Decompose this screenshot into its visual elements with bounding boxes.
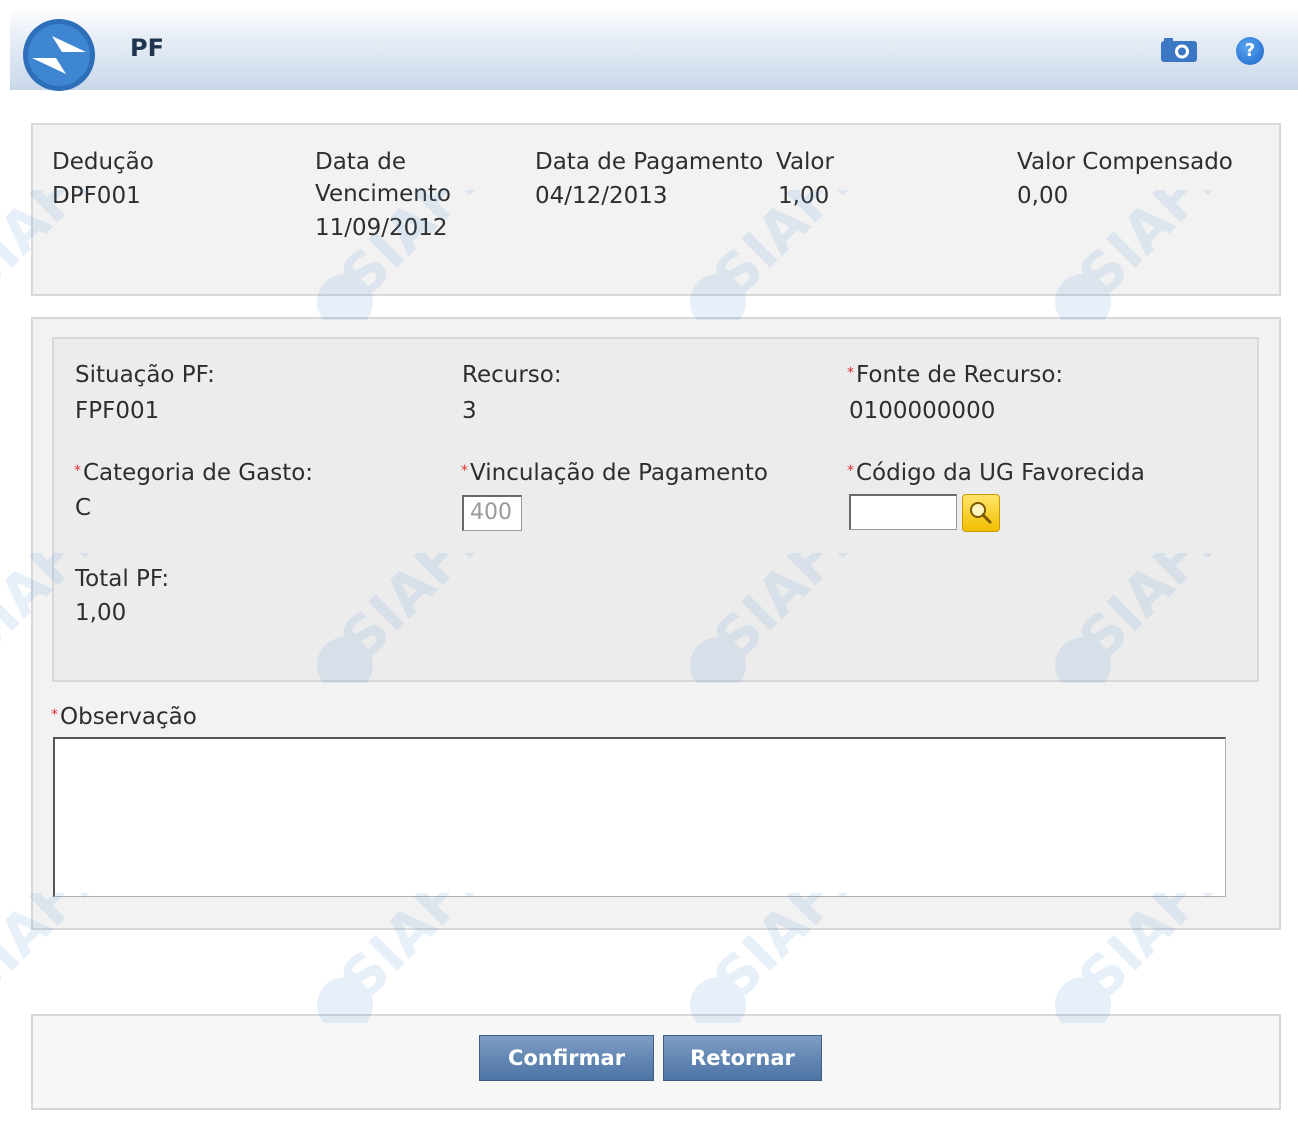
ug-code-input[interactable]	[849, 494, 957, 530]
deducao-label: Dedução	[52, 149, 154, 175]
required-marker: *	[51, 707, 58, 723]
vinculacao-label: *Vinculação de Pagamento	[461, 460, 768, 486]
vencimento-label-line2: Vencimento	[315, 181, 451, 207]
vencimento-value: 11/09/2012	[315, 215, 448, 241]
total-label: Total PF:	[75, 566, 170, 592]
valor-value: 1,00	[778, 183, 830, 209]
observacao-textarea[interactable]	[53, 737, 1226, 897]
siafi-logo-icon	[23, 19, 95, 91]
vencimento-label-line1: Data de	[315, 149, 406, 175]
ug-search-button[interactable]	[962, 494, 1000, 532]
vinculacao-input[interactable]: 400	[462, 495, 522, 531]
pagamento-label: Data de Pagamento	[535, 149, 764, 175]
magnifier-icon	[970, 502, 992, 524]
fonte-value: 0100000000	[849, 398, 996, 424]
situacao-label: Situação PF:	[75, 362, 215, 388]
situacao-value: FPF001	[75, 398, 160, 424]
fonte-label-text: Fonte de Recurso:	[856, 362, 1064, 388]
pagamento-value: 04/12/2013	[535, 183, 668, 209]
observacao-label-text: Observação	[60, 704, 197, 730]
fonte-label: *Fonte de Recurso:	[847, 362, 1063, 388]
ug-label: *Código da UG Favorecida	[847, 460, 1145, 486]
deducao-value: DPF001	[52, 183, 141, 209]
total-value: 1,00	[75, 600, 127, 626]
categoria-label: *Categoria de Gasto:	[74, 460, 313, 486]
categoria-value: C	[75, 495, 92, 521]
recurso-value: 3	[462, 398, 477, 424]
categoria-label-text: Categoria de Gasto:	[83, 460, 314, 486]
observacao-label: *Observação	[51, 704, 197, 730]
recurso-label: Recurso:	[462, 362, 562, 388]
required-marker: *	[74, 463, 81, 479]
header-bar	[10, 8, 1298, 90]
page-title: PF	[130, 34, 164, 62]
retornar-button[interactable]: Retornar	[663, 1035, 822, 1081]
valor-label: Valor	[776, 149, 834, 175]
ug-label-text: Código da UG Favorecida	[856, 460, 1145, 486]
vinculacao-label-text: Vinculação de Pagamento	[470, 460, 768, 486]
valor-compensado-label: Valor Compensado	[1017, 149, 1233, 175]
valor-compensado-value: 0,00	[1017, 183, 1069, 209]
required-marker: *	[847, 365, 854, 381]
confirmar-button[interactable]: Confirmar	[479, 1035, 654, 1081]
details-box	[52, 337, 1259, 682]
footer-panel	[31, 1014, 1281, 1110]
camera-icon[interactable]	[1159, 36, 1199, 64]
required-marker: *	[461, 463, 468, 479]
required-marker: *	[847, 463, 854, 479]
help-icon[interactable]: ?	[1236, 37, 1264, 65]
